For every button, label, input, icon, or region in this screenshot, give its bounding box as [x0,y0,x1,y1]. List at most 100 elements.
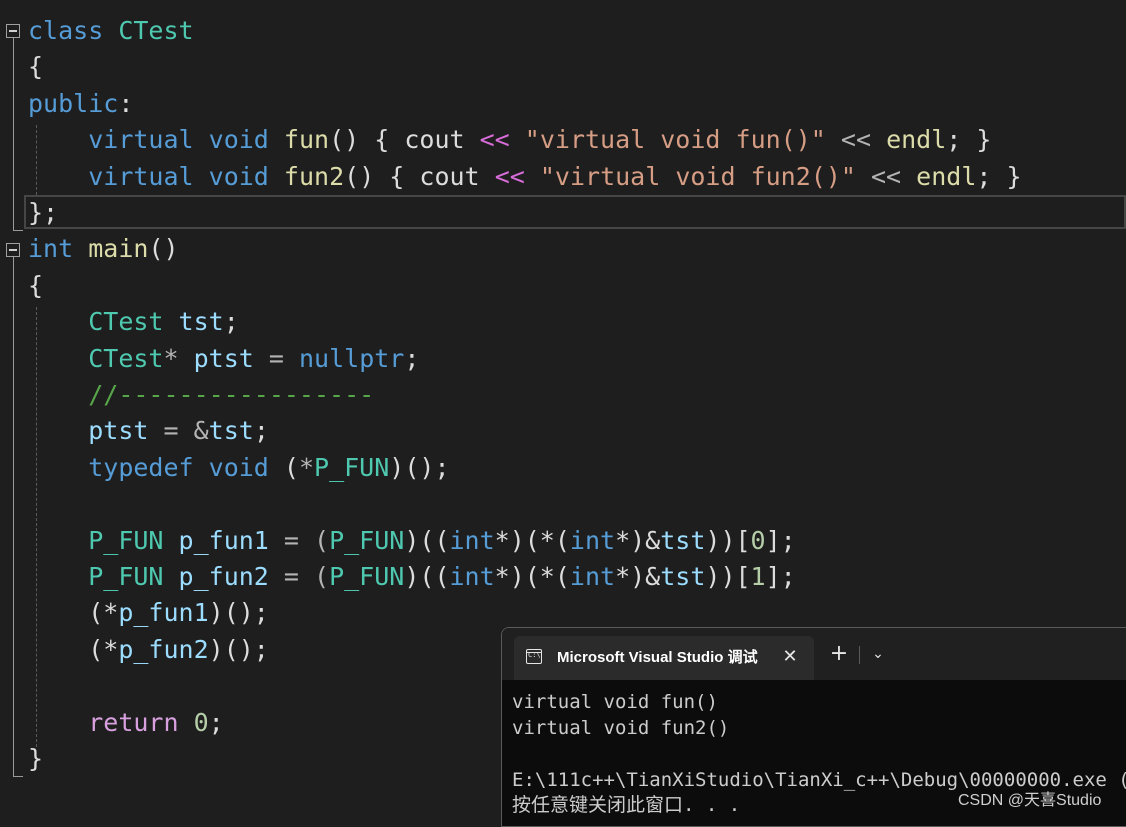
code-token: () { [329,125,405,154]
chevron-down-icon[interactable]: ⌄ [867,640,889,668]
watermark: CSDN @天喜Studio [958,792,1102,809]
code-token: int [569,526,616,555]
code-token: fun2 [283,162,345,191]
code-token: cout [419,162,480,191]
code-token: P_FUN [88,526,164,555]
code-token: tst [178,307,224,336]
code-token: )(( [404,562,450,591]
code-line: return 0; [28,705,224,741]
code-token: ( [268,453,299,482]
code-token: "virtual void fun2()" [539,162,856,191]
code-token: = [253,344,299,373]
code-token: ; [253,416,269,445]
fold-guide-main-end [13,776,23,777]
code-token: } [28,744,44,773]
code-token: )(( [404,526,450,555]
collapse-class-icon[interactable] [6,24,20,38]
code-token: void [208,162,269,191]
code-token: (* [88,635,119,664]
code-line: { [28,49,43,85]
code-token: 0 [750,526,766,555]
code-token: //----------------- [88,380,375,409]
collapse-main-icon[interactable] [6,243,20,257]
code-line: public: [28,86,133,122]
code-token: (* [88,598,119,627]
code-token: = ( [268,526,330,555]
code-token: * [298,453,315,482]
code-token: = & [148,416,209,445]
code-token: () { [344,162,420,191]
close-tab-icon[interactable]: ✕ [776,642,804,672]
current-line-highlight [24,195,1126,229]
code-token: public [28,89,119,118]
code-token: main [88,234,149,263]
code-token: fun [283,125,330,154]
code-token: tst [660,562,706,591]
code-token: *)(*( [494,526,570,555]
code-token: cout [404,125,465,154]
code-token: << [479,125,510,154]
code-token: endl [916,162,977,191]
code-token: { [28,52,44,81]
code-token: void [208,125,269,154]
new-tab-button[interactable]: + [827,640,851,668]
code-line: virtual void fun() { cout << "virtual vo… [28,122,991,158]
code-token: CTest [88,344,164,373]
code-line: { [28,268,43,304]
code-token: *)& [615,562,661,591]
code-token: p_fun1 [118,598,209,627]
code-token: ))[ [705,562,751,591]
code-token: nullptr [298,344,405,373]
code-token: *)& [615,526,661,555]
code-token: *)(*( [494,562,570,591]
code-line: CTest tst; [28,304,239,340]
code-token: )(); [208,598,269,627]
code-line: //----------------- [28,377,374,413]
code-token: virtual [88,162,194,191]
code-token: int [449,526,495,555]
code-token: << [840,125,871,154]
code-token: CTest [88,307,164,336]
code-token: 0 [193,708,209,737]
console-tab[interactable]: C:\ Microsoft Visual Studio 调试 ✕ [514,636,814,680]
code-token: tst [208,416,254,445]
code-token: int [28,234,74,263]
code-token: ; [208,708,224,737]
code-token: * [163,344,179,373]
code-token: ; [223,307,239,336]
code-line: } [28,741,43,777]
code-token: p_fun2 [178,562,269,591]
console-output-line: virtual void fun2() [512,717,730,739]
code-line: P_FUN p_fun2 = (P_FUN)((int*)(*(int*)&ts… [28,559,796,595]
console-output-line: virtual void fun() [512,691,718,713]
code-token: = ( [268,562,330,591]
console-title-bar[interactable]: C:\ Microsoft Visual Studio 调试 ✕ + ⌄ [502,628,1126,680]
title-bar-divider [859,646,860,664]
code-token: )(); [389,453,450,482]
code-line: (*p_fun1)(); [28,595,269,631]
code-token: ; } [976,162,1022,191]
code-token: : [118,89,134,118]
code-line: typedef void (*P_FUN)(); [28,450,450,486]
